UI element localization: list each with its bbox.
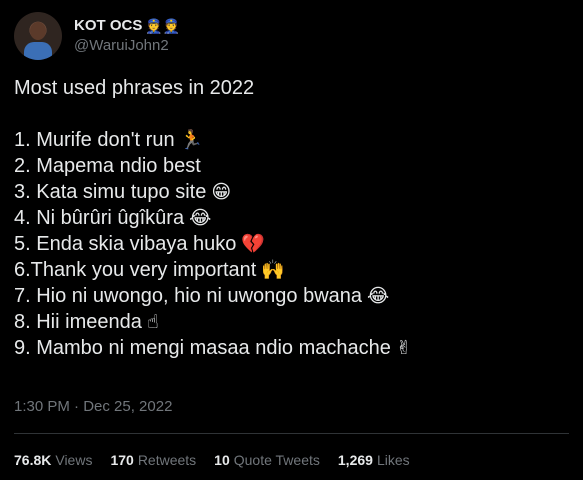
list-item: 6.Thank you very important 🙌 <box>14 257 569 283</box>
retweets-stat[interactable]: 170 Retweets <box>110 452 196 468</box>
likes-count: 1,269 <box>337 452 373 468</box>
list-item: 5. Enda skia vibaya huko 💔 <box>14 231 569 257</box>
list-item-text: 7. Hio ni uwongo, hio ni uwongo bwana <box>14 285 363 307</box>
views-label: Views <box>55 452 93 468</box>
tears-of-joy-emoji-icon: 😂 <box>367 285 390 307</box>
retweets-count: 170 <box>110 452 134 468</box>
runner-emoji-icon: 🏃 <box>179 129 204 151</box>
quote-tweets-label: Quote Tweets <box>233 452 320 468</box>
likes-stat[interactable]: 1,269 Likes <box>338 452 410 468</box>
list-item: 3. Kata simu tupo site 😁 <box>14 179 569 205</box>
tweet-text: Most used phrases in 2022 1. Murife don'… <box>14 75 569 361</box>
quote-tweets-count: 10 <box>214 452 230 468</box>
list-item-text: 2. Mapema ndio best <box>14 155 201 177</box>
victory-hand-emoji-icon: ✌ <box>395 337 412 359</box>
list-item-text: 9. Mambo ni mengi masaa ndio machache <box>14 337 391 359</box>
tears-of-joy-emoji-icon: 😂 <box>189 207 212 229</box>
tweet-header: KOT OCS 👮👮 @WaruiJohn2 <box>14 12 180 60</box>
police-officer-emoji-icon: 👮👮 <box>145 18 181 34</box>
list-item: 8. Hii imeenda ☝ <box>14 309 569 335</box>
avatar-shirt-shape <box>24 42 52 60</box>
tweet-timestamp[interactable]: 1:30 PM · Dec 25, 2022 <box>14 398 172 415</box>
views-stat[interactable]: 76.8K Views <box>14 452 92 468</box>
author-names: KOT OCS 👮👮 @WaruiJohn2 <box>74 16 180 56</box>
avatar-head-shape <box>30 22 46 40</box>
tweet-title: Most used phrases in 2022 <box>14 77 255 99</box>
author-display-name-text: KOT OCS <box>74 17 143 34</box>
author-handle[interactable]: @WaruiJohn2 <box>74 36 180 56</box>
tweet-stats: 76.8K Views 170 Retweets 10 Quote Tweets… <box>14 452 428 468</box>
likes-label: Likes <box>376 452 410 468</box>
list-item-text: 5. Enda skia vibaya huko <box>14 233 237 255</box>
list-item: 4. Ni bûrûri ûgîkûra 😂 <box>14 205 569 231</box>
list-item-text: 1. Murife don't run <box>14 129 175 151</box>
retweets-label: Retweets <box>137 452 197 468</box>
grinning-emoji-icon: 😁 <box>211 181 232 203</box>
divider <box>14 433 569 434</box>
list-item: 7. Hio ni uwongo, hio ni uwongo bwana 😂 <box>14 283 569 309</box>
author-display-name[interactable]: KOT OCS 👮👮 <box>74 16 180 36</box>
list-item: 2. Mapema ndio best <box>14 153 569 179</box>
list-item-text: 8. Hii imeenda <box>14 311 142 333</box>
avatar[interactable] <box>14 12 62 60</box>
list-item: 1. Murife don't run 🏃 <box>14 127 569 153</box>
broken-heart-emoji-icon: 💔 <box>241 233 266 255</box>
pointing-up-emoji-icon: ☝ <box>146 311 159 333</box>
list-item-text: 3. Kata simu tupo site <box>14 181 207 203</box>
list-item-text: 6.Thank you very important <box>14 259 257 281</box>
list-item: 9. Mambo ni mengi masaa ndio machache ✌ <box>14 335 569 361</box>
quote-tweets-stat[interactable]: 10 Quote Tweets <box>214 452 320 468</box>
list-item-text: 4. Ni bûrûri ûgîkûra <box>14 207 185 229</box>
raised-hands-emoji-icon: 🙌 <box>261 259 286 281</box>
views-count: 76.8K <box>14 452 52 468</box>
